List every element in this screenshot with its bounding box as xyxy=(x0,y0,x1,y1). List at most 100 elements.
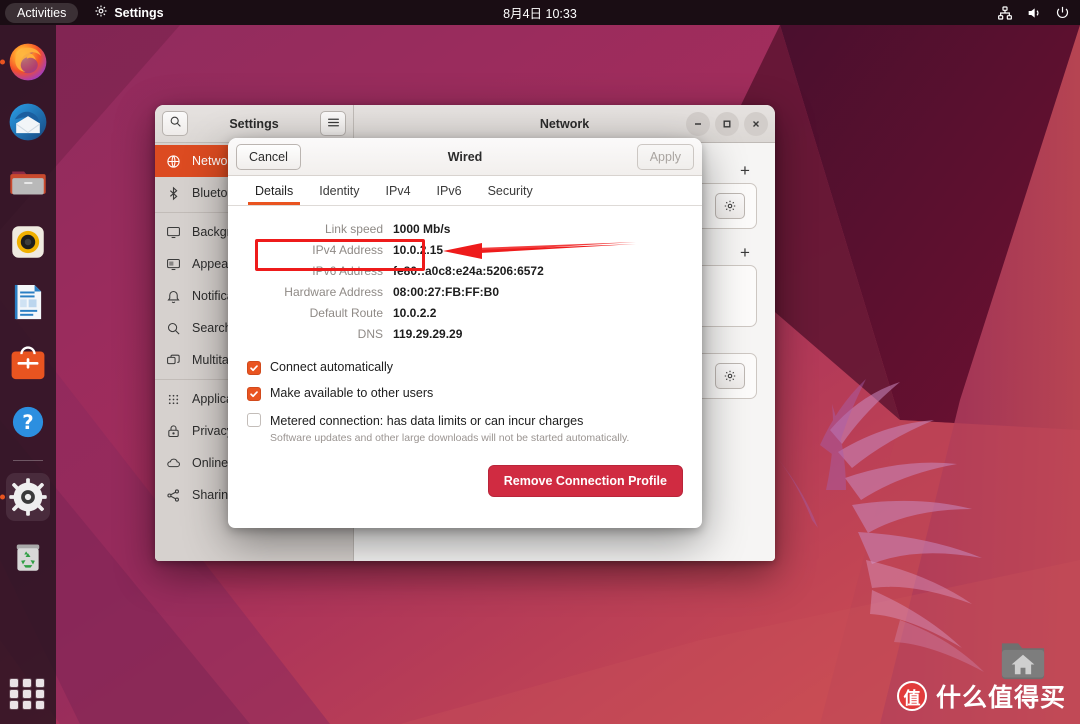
detail-key: Hardware Address xyxy=(284,285,383,299)
add-connection-button[interactable]: + xyxy=(733,158,757,182)
tab-identity[interactable]: Identity xyxy=(306,176,372,205)
files-icon xyxy=(10,171,46,195)
dock-item-firefox[interactable] xyxy=(0,38,52,86)
gear-icon[interactable] xyxy=(715,193,745,219)
grid-dot xyxy=(36,690,44,698)
search-button[interactable] xyxy=(162,111,188,136)
dock-item-trash[interactable] xyxy=(4,533,52,581)
grid-dot xyxy=(36,701,44,709)
wired-connection-dialog[interactable]: Cancel Wired Apply Details Identity IPv4… xyxy=(228,138,702,528)
sidebar-label: Search xyxy=(192,321,232,335)
detail-value-ipv4-address: 10.0.2.15 xyxy=(393,243,444,257)
dock-item-settings[interactable] xyxy=(0,473,52,521)
firefox-icon xyxy=(9,43,47,81)
menu-button[interactable] xyxy=(320,111,346,136)
hamburger-menu-icon xyxy=(327,115,340,133)
monitor-icon xyxy=(165,224,181,240)
add-vpn-button[interactable]: + xyxy=(733,240,757,264)
help-icon: ? xyxy=(12,406,44,438)
cancel-button[interactable]: Cancel xyxy=(236,143,301,170)
checkbox-label: Make available to other users xyxy=(270,386,434,400)
activities-button[interactable]: Activities xyxy=(5,2,79,23)
tab-security[interactable]: Security xyxy=(475,176,546,205)
dock-item-thunderbird[interactable] xyxy=(4,98,52,146)
power-icon[interactable] xyxy=(1055,5,1070,20)
detail-value-link-speed: 1000 Mb/s xyxy=(393,222,451,236)
grid-dot xyxy=(10,690,18,698)
grid-dot xyxy=(36,679,44,687)
dock-item-libreoffice-writer[interactable] xyxy=(4,278,52,326)
tab-details[interactable]: Details xyxy=(242,176,306,205)
detail-value-dns: 119.29.29.29 xyxy=(393,327,463,341)
lock-icon xyxy=(165,423,181,439)
current-app-indicator[interactable]: Settings xyxy=(94,4,164,21)
dock-item-rhythmbox[interactable] xyxy=(4,218,52,266)
watermark-logo: 值 xyxy=(896,681,927,711)
detail-value-default-route: 10.0.2.2 xyxy=(393,306,437,320)
minimize-button[interactable] xyxy=(686,111,710,136)
desktop-home-folder-icon[interactable] xyxy=(997,632,1049,684)
thunderbird-icon xyxy=(9,103,47,141)
tab-ipv4[interactable]: IPv4 xyxy=(373,176,424,205)
dock-item-files[interactable] xyxy=(4,158,52,206)
dialog-checkboxes: Connect automatically Make available to … xyxy=(228,341,702,444)
checkbox-label: Connect automatically xyxy=(270,360,393,374)
tab-ipv6[interactable]: IPv6 xyxy=(424,176,475,205)
grid-dot xyxy=(10,701,18,709)
top-bar: Activities Settings 8月4日 10:33 xyxy=(0,0,1080,25)
checkbox-unchecked-icon[interactable] xyxy=(247,413,261,427)
checkbox-checked-icon[interactable] xyxy=(247,361,261,375)
share-icon xyxy=(165,487,181,503)
settings-window-title: Settings xyxy=(229,116,279,131)
settings-titlebar-right: Network xyxy=(354,105,775,142)
bluetooth-icon xyxy=(165,185,181,201)
detail-key: IPv6 Address xyxy=(312,264,383,278)
checkbox-make-available-to-other-users[interactable]: Make available to other users xyxy=(247,386,702,401)
checkbox-connect-automatically[interactable]: Connect automatically xyxy=(247,360,702,375)
running-indicator xyxy=(0,59,5,65)
settings-titlebar-left: Settings xyxy=(155,105,354,142)
maximize-button[interactable] xyxy=(715,111,739,136)
windows-icon xyxy=(165,352,181,368)
window-controls xyxy=(686,111,768,136)
dock-item-ubuntu-software[interactable] xyxy=(4,338,52,386)
gear-icon xyxy=(94,4,108,21)
detail-key: DNS xyxy=(357,327,383,341)
grid-dot xyxy=(10,679,18,687)
apply-button[interactable]: Apply xyxy=(636,143,694,170)
detail-key: Default Route xyxy=(309,306,383,320)
gear-icon[interactable] xyxy=(715,363,745,389)
sidebar-label: Privacy xyxy=(192,424,233,438)
trash-icon xyxy=(16,544,40,571)
ubuntu-software-icon xyxy=(11,346,45,380)
current-app-label: Settings xyxy=(114,5,164,20)
remove-connection-profile-button[interactable]: Remove Connection Profile xyxy=(487,465,683,497)
system-indicators[interactable] xyxy=(997,5,1070,21)
volume-icon[interactable] xyxy=(1026,5,1042,21)
running-indicator xyxy=(0,494,5,500)
dock: ? xyxy=(0,25,56,724)
grid-dot xyxy=(23,690,31,698)
dialog-tabs: Details Identity IPv4 IPv6 Security xyxy=(228,176,702,206)
dock-item-help[interactable]: ? xyxy=(4,398,52,446)
close-button[interactable] xyxy=(744,111,768,136)
detail-value-ipv6-address: fe80::a0c8:e24a:5206:6572 xyxy=(393,264,544,278)
settings-gear-icon xyxy=(9,478,47,516)
detail-key: Link speed xyxy=(324,222,383,236)
show-applications-button[interactable] xyxy=(10,676,46,712)
globe-icon xyxy=(165,153,181,169)
connection-details-list: Link speed 1000 Mb/s IPv4 Address 10.0.2… xyxy=(228,222,702,341)
search-icon xyxy=(169,115,182,133)
watermark: 值 什么值得买 xyxy=(896,678,1066,714)
detail-value-hardware-address: 08:00:27:FB:FF:B0 xyxy=(393,285,500,299)
grid-dots-icon xyxy=(165,391,181,407)
cloud-icon xyxy=(165,455,181,471)
checkbox-text-block: Metered connection: has data limits or c… xyxy=(270,412,629,444)
checkbox-metered-connection[interactable]: Metered connection: has data limits or c… xyxy=(247,412,702,444)
detail-key: IPv4 Address xyxy=(312,243,383,257)
checkbox-checked-icon[interactable] xyxy=(247,387,261,401)
network-wired-icon[interactable] xyxy=(997,5,1013,21)
svg-text:?: ? xyxy=(22,411,33,434)
checkbox-sublabel: Software updates and other large downloa… xyxy=(270,432,630,444)
dialog-footer: Remove Connection Profile xyxy=(228,455,702,497)
